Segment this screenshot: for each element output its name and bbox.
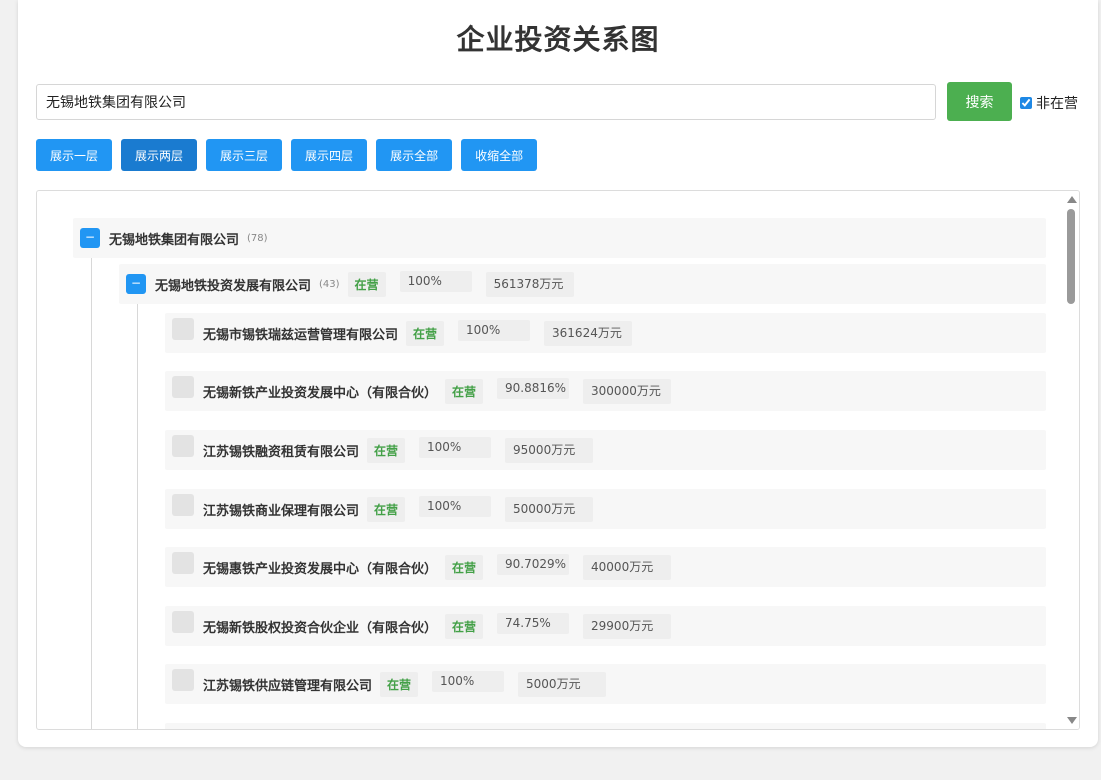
leaf-node-icon — [172, 376, 194, 398]
collapse-toggle-icon[interactable]: − — [126, 274, 146, 294]
inactive-checkbox[interactable] — [1020, 97, 1032, 109]
child-count: (78) — [247, 232, 268, 244]
registered-capital: 40000万元 — [583, 554, 672, 580]
share-percent: 90.7029% — [497, 553, 570, 575]
leaf-node-icon — [172, 494, 194, 516]
collapse-all-button[interactable]: 收缩全部 — [461, 139, 538, 171]
share-percent: 100% — [399, 270, 472, 292]
leaf-node-icon — [172, 552, 194, 574]
expand-level-1-button[interactable]: 展示一层 — [36, 139, 113, 171]
scroll-thumb[interactable] — [1067, 209, 1075, 304]
inactive-label: 非在营 — [1036, 96, 1078, 112]
tree-node-child[interactable]: 无锡市锡铁瑞兹运营管理有限公司 在营 100% 361624万元 — [165, 313, 1046, 353]
share-percent: 100% — [458, 319, 531, 341]
status-badge: 在营 — [367, 496, 406, 522]
registered-capital: 29900万元 — [583, 613, 672, 639]
tree-node-child[interactable]: 江苏锡铁供应链管理有限公司 在营 100% 5000万元 — [165, 664, 1046, 704]
leaf-node-icon — [172, 435, 194, 457]
company-name: 无锡新铁产业投资发展中心（有限合伙） — [203, 385, 438, 401]
status-badge: 在营 — [380, 671, 419, 697]
search-button[interactable]: 搜索 — [947, 82, 1012, 121]
registered-capital: 361624万元 — [544, 320, 633, 346]
share-percent: 90.8816% — [497, 377, 570, 399]
tree-node-child[interactable]: 无锡惠铁产业投资发展中心（有限合伙） 在营 90.7029% 40000万元 — [165, 547, 1046, 587]
tree-node-child[interactable]: 无锡新铁股权投资合伙企业（有限合伙） 在营 74.75% 29900万元 — [165, 606, 1046, 646]
tree-node-root[interactable]: − 无锡地铁集团有限公司 (78) — [73, 218, 1046, 258]
share-percent: 100% — [419, 436, 492, 458]
company-name: 无锡地铁集团有限公司 — [109, 232, 240, 248]
tree-connector-line — [137, 286, 138, 729]
leaf-node-icon — [172, 669, 194, 691]
share-percent: 74.75% — [497, 612, 570, 634]
tree-node-child[interactable]: 江苏锡铁融资租赁有限公司 在营 100% 95000万元 — [165, 430, 1046, 470]
leaf-node-icon — [172, 611, 194, 633]
vertical-scrollbar[interactable] — [1064, 191, 1079, 729]
registered-capital: 50000万元 — [505, 496, 594, 522]
collapse-toggle-icon[interactable]: − — [80, 228, 100, 248]
company-name: 江苏锡铁融资租赁有限公司 — [203, 444, 360, 460]
page-title: 企业投资关系图 — [456, 23, 660, 56]
registered-capital: 300000万元 — [583, 378, 672, 404]
registered-capital: 95000万元 — [505, 437, 594, 463]
status-badge: 在营 — [367, 437, 406, 463]
company-name: 无锡地铁投资发展有限公司 — [155, 278, 312, 294]
scroll-down-icon[interactable] — [1067, 717, 1077, 724]
status-badge: 在营 — [406, 320, 445, 346]
company-name: 江苏锡铁供应链管理有限公司 — [203, 678, 373, 694]
expand-all-button[interactable]: 展示全部 — [376, 139, 453, 171]
tree-node-child[interactable]: 无锡新铁产业投资发展中心（有限合伙） 在营 90.8816% 300000万元 — [165, 371, 1046, 411]
main-card: 企业投资关系图 搜索 非在营 展示一层 展示两层 展示三层 展示四层 展示全部 … — [18, 0, 1098, 747]
company-name: 江苏锡铁商业保理有限公司 — [203, 503, 360, 519]
registered-capital: 561378万元 — [485, 271, 574, 297]
leaf-node-icon — [172, 318, 194, 340]
tree-node-child[interactable]: 江苏锡铁商业保理有限公司 在营 100% 50000万元 — [165, 489, 1046, 529]
company-name: 无锡新铁股权投资合伙企业（有限合伙） — [203, 620, 438, 636]
share-percent: 100% — [432, 670, 505, 692]
child-count: (43) — [319, 278, 340, 290]
status-badge: 在营 — [445, 378, 484, 404]
registered-capital: 5000万元 — [518, 671, 607, 697]
company-name: 无锡市锡铁瑞兹运营管理有限公司 — [203, 327, 399, 343]
inactive-filter[interactable]: 非在营 — [1020, 93, 1078, 113]
tree-node-level1[interactable]: − 无锡地铁投资发展有限公司 (43) 在营 100% 561378万元 — [119, 264, 1046, 304]
scroll-up-icon[interactable] — [1067, 196, 1077, 203]
share-percent: 100% — [419, 495, 492, 517]
company-name: 无锡惠铁产业投资发展中心（有限合伙） — [203, 561, 438, 577]
expand-level-3-button[interactable]: 展示三层 — [206, 139, 283, 171]
status-badge: 在营 — [347, 271, 386, 297]
expand-level-2-button[interactable]: 展示两层 — [121, 139, 198, 171]
tree-connector-line — [91, 239, 92, 729]
expand-level-4-button[interactable]: 展示四层 — [291, 139, 368, 171]
investment-tree[interactable]: − 无锡地铁集团有限公司 (78) − 无锡地铁投资发展有限公司 (43) 在营… — [36, 190, 1080, 730]
search-input[interactable] — [36, 84, 936, 120]
status-badge: 在营 — [445, 613, 484, 639]
tree-node-child[interactable] — [165, 723, 1046, 729]
status-badge: 在营 — [445, 554, 484, 580]
level-toolbar: 展示一层 展示两层 展示三层 展示四层 展示全部 收缩全部 — [36, 139, 538, 171]
